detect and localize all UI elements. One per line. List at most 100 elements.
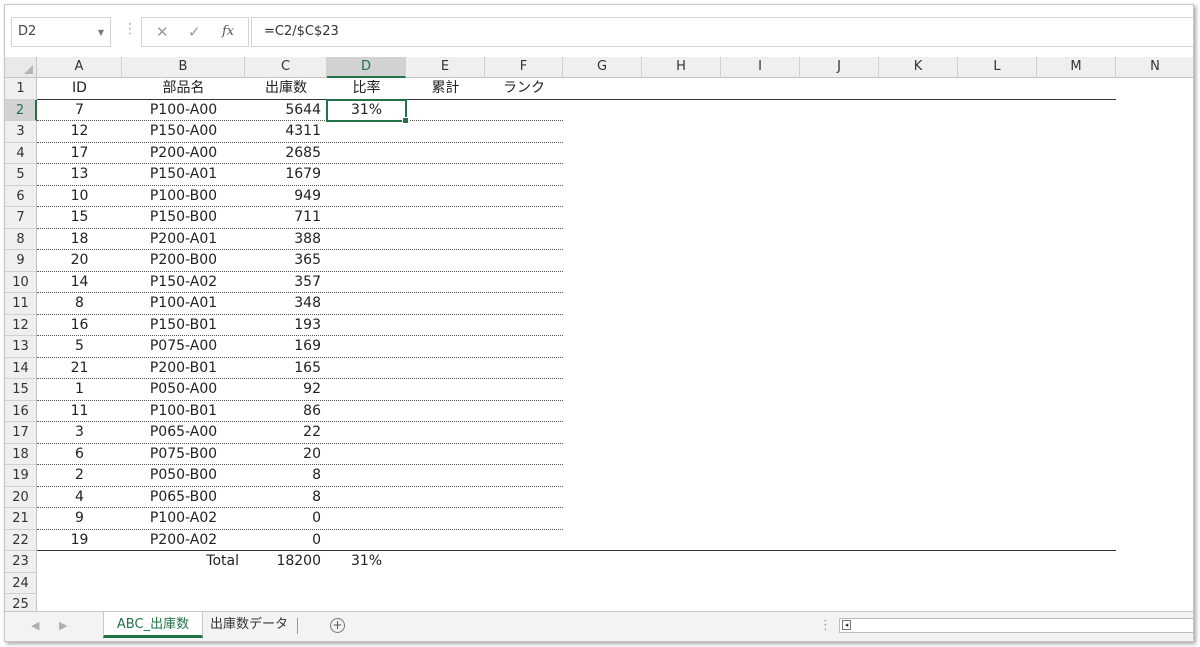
table-cell-quantity[interactable]: 20 [245,444,327,466]
row-header-11[interactable]: 11 [5,293,37,315]
table-cell-part-name[interactable]: P150-B01 [122,315,245,337]
table-cell-part-name[interactable]: P200-B01 [122,358,245,380]
tab-abc-shukkosu[interactable]: ABC_出庫数 [103,612,203,638]
row-header-21[interactable]: 21 [5,508,37,530]
row-header-19[interactable]: 19 [5,465,37,487]
tab-shukkosu-data[interactable]: 出庫数データ [205,612,293,638]
row-header-22[interactable]: 22 [5,529,37,551]
column-header-l[interactable]: L [958,57,1037,78]
fill-handle[interactable] [402,117,409,124]
table-cell-ratio[interactable] [327,422,406,444]
table-cell-quantity[interactable]: 169 [245,336,327,358]
close-icon[interactable]: ✕ [156,23,169,41]
scroll-right-icon[interactable]: ▶ [59,619,67,632]
table-cell-id[interactable]: 3 [37,422,122,444]
table-cell-quantity[interactable]: 711 [245,207,327,229]
column-header-a[interactable]: A [37,57,122,78]
table-cell-id[interactable]: 11 [37,401,122,423]
table-cell-part-name[interactable]: P050-B00 [122,465,245,487]
table-cell-ratio[interactable] [327,143,406,165]
row-header-10[interactable]: 10 [5,271,37,293]
table-cell-part-name[interactable]: P100-A00 [122,100,245,122]
split-handle-icon[interactable]: ⋮ [819,618,832,633]
header-cell-rank[interactable]: ランク [485,78,563,100]
table-cell-part-name[interactable]: P065-B00 [122,487,245,509]
check-icon[interactable]: ✓ [188,23,201,41]
column-header-n[interactable]: N [1116,57,1193,78]
table-cell-ratio[interactable] [327,465,406,487]
table-cell-ratio[interactable] [327,401,406,423]
header-cell-quantity[interactable]: 出庫数 [245,78,327,100]
insert-function-icon[interactable]: fx [222,24,234,39]
row-header-13[interactable]: 13 [5,336,37,358]
row-header-2[interactable]: 2 [5,99,37,121]
table-cell-part-name[interactable]: P050-A00 [122,379,245,401]
table-cell-quantity[interactable]: 0 [245,530,327,552]
horizontal-scrollbar[interactable]: ◂ [839,618,1193,633]
column-header-d[interactable]: D [327,57,406,78]
table-cell-quantity[interactable]: 5644 [245,100,327,122]
header-cell-ratio[interactable]: 比率 [327,78,406,100]
table-cell-id[interactable]: 1 [37,379,122,401]
table-cell-quantity[interactable]: 1679 [245,164,327,186]
table-cell-ratio[interactable] [327,358,406,380]
row-header-4[interactable]: 4 [5,142,37,164]
table-cell-ratio[interactable] [327,272,406,294]
table-cell-id[interactable]: 12 [37,121,122,143]
row-header-20[interactable]: 20 [5,486,37,508]
table-cell-id[interactable]: 14 [37,272,122,294]
total-quantity[interactable]: 18200 [245,551,327,573]
header-cell-cumulative[interactable]: 累計 [406,78,485,100]
row-header-17[interactable]: 17 [5,422,37,444]
column-header-m[interactable]: M [1037,57,1116,78]
row-header-8[interactable]: 8 [5,228,37,250]
table-cell-id[interactable]: 18 [37,229,122,251]
total-label[interactable]: Total [122,551,245,573]
column-header-e[interactable]: E [406,57,485,78]
table-cell-part-name[interactable]: P200-B00 [122,250,245,272]
table-cell-part-name[interactable]: P075-B00 [122,444,245,466]
row-header-12[interactable]: 12 [5,314,37,336]
column-header-k[interactable]: K [879,57,958,78]
table-cell-ratio[interactable] [327,444,406,466]
row-header-3[interactable]: 3 [5,121,37,143]
table-cell-id[interactable]: 8 [37,293,122,315]
table-cell-id[interactable]: 9 [37,508,122,530]
table-cell-ratio[interactable] [327,508,406,530]
table-cell-ratio[interactable] [327,379,406,401]
table-cell-part-name[interactable]: P100-B01 [122,401,245,423]
row-header-15[interactable]: 15 [5,379,37,401]
table-cell-quantity[interactable]: 365 [245,250,327,272]
table-cell-id[interactable]: 6 [37,444,122,466]
row-header-14[interactable]: 14 [5,357,37,379]
table-cell-id[interactable]: 2 [37,465,122,487]
table-cell-part-name[interactable]: P150-B00 [122,207,245,229]
row-header-18[interactable]: 18 [5,443,37,465]
table-cell-quantity[interactable]: 193 [245,315,327,337]
table-cell-id[interactable]: 21 [37,358,122,380]
header-cell-id[interactable]: ID [37,78,122,100]
row-header-23[interactable]: 23 [5,551,37,573]
scroll-left-arrow-icon[interactable]: ◂ [842,620,851,630]
table-cell-ratio[interactable] [327,164,406,186]
name-box[interactable]: D2 ▼ [11,17,111,47]
table-cell-id[interactable]: 5 [37,336,122,358]
table-cell-part-name[interactable]: P150-A01 [122,164,245,186]
table-cell-ratio[interactable] [327,315,406,337]
table-cell-id[interactable]: 15 [37,207,122,229]
row-header-9[interactable]: 9 [5,250,37,272]
table-cell-part-name[interactable]: P075-A00 [122,336,245,358]
table-cell-id[interactable]: 17 [37,143,122,165]
table-cell-ratio[interactable] [327,293,406,315]
row-header-5[interactable]: 5 [5,164,37,186]
table-cell-ratio[interactable] [327,530,406,552]
active-cell-selection[interactable] [326,98,409,124]
column-header-h[interactable]: H [642,57,721,78]
table-cell-id[interactable]: 13 [37,164,122,186]
table-cell-part-name[interactable]: P200-A01 [122,229,245,251]
column-header-j[interactable]: J [800,57,879,78]
table-cell-part-name[interactable]: P150-A02 [122,272,245,294]
table-cell-id[interactable]: 19 [37,530,122,552]
row-header-16[interactable]: 16 [5,400,37,422]
table-cell-quantity[interactable]: 0 [245,508,327,530]
